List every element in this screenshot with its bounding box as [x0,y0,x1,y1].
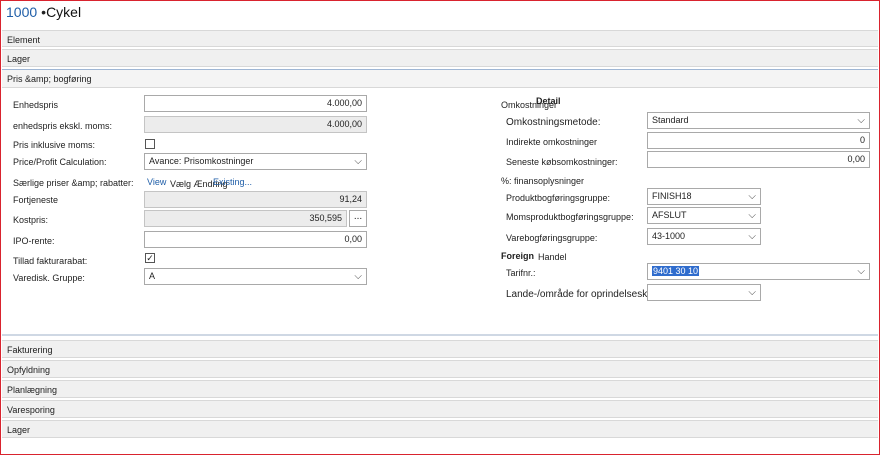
tab-lager-top[interactable]: Lager [2,49,878,67]
ipo-label: IPO-rente: [13,236,55,246]
tab-element-label: Element [7,35,41,45]
tab-planlaegning-label: Planlægning [7,385,58,395]
seneste-field[interactable]: 0,00 [647,151,870,168]
tab-planlaegning[interactable]: Planlægning [2,380,878,398]
moms-value: AFSLUT [652,210,687,220]
enhedspris-ekskl-label: enhedspris ekskl. moms: [13,121,113,131]
produkt-label: Produktbogføringsgruppe: [506,193,611,203]
seneste-label: Seneste købsomkostninger: [506,157,618,167]
indirekte-field[interactable]: 0 [647,132,870,149]
saerlige-label: Særlige priser &amp; rabatter: [13,178,134,188]
price-profit-value: Avance: Prisomkostninger [149,156,254,166]
enhedspris-field[interactable]: 4.000,00 [144,95,367,112]
tab-varesporing-label: Varesporing [7,405,55,415]
existing-link[interactable]: Existing... [213,177,252,187]
omk-metode-value: Standard [652,115,689,125]
chevron-down-icon: ⌵ [748,231,756,242]
item-number: 1000 [6,4,38,20]
chevron-down-icon: ⌵ [857,115,865,126]
produkt-select[interactable]: FINISH18 ⌵ [647,188,761,205]
fortjeneste-label: Fortjeneste [13,195,59,205]
varedisk-select[interactable]: A ⌵ [144,268,367,285]
tarif-label: Tarifnr.: [506,268,536,278]
tab-opfyldning[interactable]: Opfyldning [2,360,878,378]
tab-lager-top-label: Lager [7,54,31,64]
tab-lager-bottom[interactable]: Lager [2,420,878,438]
chevron-down-icon: ⌵ [354,156,362,167]
vare-select[interactable]: 43-1000 ⌵ [647,228,761,245]
ipo-field[interactable]: 0,00 [144,231,367,248]
tarif-value: 9401 30 10 [652,266,700,276]
lande-label: Lande-/område for oprindelseskode [506,289,664,300]
tarif-select[interactable]: 9401 30 10 ⌵ [647,263,870,280]
chevron-down-icon: ⌵ [857,266,865,277]
enhedspris-ekskl-field: 4.000,00 [144,116,367,133]
tillad-checkbox[interactable]: ✓ [145,253,155,263]
pris-inkl-label: Pris inklusive moms: [13,140,96,150]
tab-pris-bogforing[interactable]: Pris &amp; bogføring [2,69,878,88]
moms-label: Momsproduktbogføringsgruppe: [506,212,634,222]
tab-opfyldning-label: Opfyldning [7,365,51,375]
price-profit-label: Price/Profit Calculation: [13,157,107,167]
varedisk-label: Varedisk. Gruppe: [13,273,85,283]
vare-value: 43-1000 [652,231,686,241]
detail-heading: Detail [536,96,561,106]
finans-heading: %: finansoplysninger [501,176,585,186]
tab-varesporing[interactable]: Varesporing [2,400,878,418]
varedisk-value: A [149,271,156,281]
lande-select[interactable]: ⌵ [647,284,761,301]
omk-metode-select[interactable]: Standard ⌵ [647,112,870,129]
pris-inkl-checkbox[interactable] [145,139,155,149]
moms-select[interactable]: AFSLUT ⌵ [647,207,761,224]
tab-pris-label: Pris &amp; bogføring [7,74,92,84]
fortjeneste-field: 91,24 [144,191,367,208]
tab-lager-bottom-label: Lager [7,425,31,435]
chevron-down-icon: ⌵ [748,191,756,202]
page-title: 1000 •Cykel [6,4,81,20]
indirekte-label: Indirekte omkostninger [506,137,598,147]
produkt-value: FINISH18 [652,191,692,201]
view-link[interactable]: View [147,177,166,187]
omk-metode-label: Omkostningsmetode: [506,117,601,128]
tab-element[interactable]: Element [2,30,878,47]
vare-label: Varebogføringsgruppe: [506,233,598,243]
tab-fakturering-label: Fakturering [7,345,53,355]
chevron-down-icon: ⌵ [748,287,756,298]
tillad-label: Tillad fakturarabat: [13,256,88,266]
kostpris-field: 350,595 [144,210,347,227]
price-profit-select[interactable]: Avance: Prisomkostninger ⌵ [144,153,367,170]
item-name: Cykel [46,4,82,20]
kostpris-label: Kostpris: [13,215,49,225]
foreign-heading: Foreign [501,251,534,261]
chevron-down-icon: ⌵ [354,271,362,282]
kostpris-lookup-button[interactable]: ... [349,210,367,227]
chevron-down-icon: ⌵ [748,210,756,221]
handel-heading: Handel [538,252,567,262]
tab-fakturering[interactable]: Fakturering [2,340,878,358]
enhedspris-label: Enhedspris [13,100,59,110]
